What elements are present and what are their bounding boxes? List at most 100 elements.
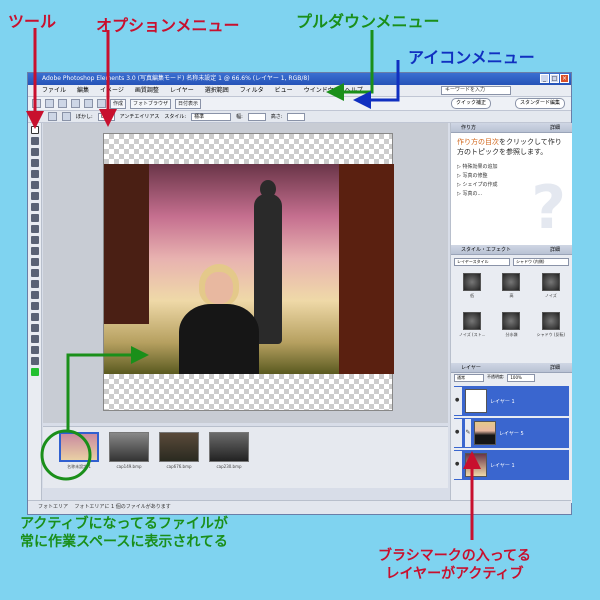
photo-bin-thumb[interactable]: cap230.bmp <box>209 432 249 488</box>
minimize-button[interactable]: _ <box>540 74 549 83</box>
pencil-tool-icon[interactable] <box>30 280 39 288</box>
eraser-tool-icon[interactable] <box>30 291 39 299</box>
zoom-tool-icon[interactable] <box>30 137 39 145</box>
menu-window[interactable]: ウインドウ <box>304 85 334 96</box>
icon-bar: 作成 フォトブラウザ 日付表示 クイック補正 スタンダード編集 <box>28 97 571 111</box>
eye-icon[interactable] <box>454 419 462 447</box>
style-swatch[interactable]: シャドウ (反転) <box>533 310 569 346</box>
brush-tool-icon[interactable] <box>30 302 39 310</box>
height-input[interactable] <box>287 112 306 121</box>
help-search-input[interactable]: キーワードを入力 <box>441 86 511 95</box>
red-eye-tool-icon[interactable] <box>30 247 39 255</box>
style-select[interactable]: 標準 <box>191 112 232 121</box>
thumb-image <box>109 432 149 462</box>
menu-view[interactable]: ビュー <box>275 85 293 96</box>
howto-toc-link[interactable]: 作り方の目次 <box>457 138 499 146</box>
layer-row-active[interactable]: ✎ レイヤー 5 <box>454 418 569 448</box>
eye-icon[interactable] <box>454 387 462 415</box>
save-icon[interactable] <box>58 99 67 108</box>
style-swatch[interactable]: ノイズ (スト... <box>454 310 490 346</box>
new-selection-icon[interactable] <box>48 112 57 121</box>
style-swatch[interactable]: 高 <box>493 271 529 307</box>
menu-filter[interactable]: フィルタ <box>240 85 264 96</box>
howto-topic[interactable]: ▷ 特殊効果の追加 <box>457 163 566 172</box>
styles-detail-button[interactable]: 詳細 <box>550 245 560 255</box>
type-tool-icon[interactable] <box>30 214 39 222</box>
annotation-active-file: アクティブになってるファイルが 常に作業スペースに表示されてる <box>20 515 228 551</box>
layer-row[interactable]: レイヤー 1 <box>454 386 569 416</box>
hand-tool-icon[interactable] <box>30 148 39 156</box>
document-canvas[interactable] <box>103 133 394 411</box>
style-swatch-label: ノイズ (スト... <box>458 332 486 337</box>
menu-layer[interactable]: レイヤー <box>170 85 194 96</box>
undo-icon[interactable] <box>84 99 93 108</box>
close-button[interactable]: × <box>560 74 569 83</box>
menu-enhance[interactable]: 画質調整 <box>135 85 159 96</box>
layers-detail-button[interactable]: 詳細 <box>550 363 560 373</box>
style-category-select[interactable]: レイヤースタイル <box>454 258 510 266</box>
style-swatch[interactable]: 低 <box>454 271 490 307</box>
open-icon[interactable] <box>45 99 54 108</box>
howto-panel-header[interactable]: 作り方 詳細 <box>451 123 572 133</box>
gradient-tool-icon[interactable] <box>30 324 39 332</box>
annotation-icon-menu: アイコンメニュー <box>408 48 535 67</box>
magic-wand-tool-icon[interactable] <box>30 192 39 200</box>
menu-select[interactable]: 選択範囲 <box>205 85 229 96</box>
cookie-cutter-tool-icon[interactable] <box>30 236 39 244</box>
menu-help[interactable]: ヘルプ <box>345 85 363 96</box>
width-input[interactable] <box>247 112 266 121</box>
style-swatch[interactable]: ノイズ <box>533 271 569 307</box>
quick-fix-tab[interactable]: クイック補正 <box>450 98 491 109</box>
photo-right-pillar <box>339 164 394 374</box>
thumb-caption: cap230.bmp <box>216 464 242 469</box>
menu-edit[interactable]: 編集 <box>77 85 89 96</box>
layers-panel: 通常 不透明度: 100% レイヤー 1 ✎ レイヤー 5 レイヤー 1 <box>451 373 572 511</box>
style-swatch[interactable]: 分水嶺 <box>493 310 529 346</box>
new-file-icon[interactable] <box>32 99 41 108</box>
menu-image[interactable]: イメージ <box>100 85 124 96</box>
thumb-image <box>159 432 199 462</box>
maximize-button[interactable]: □ <box>550 74 559 83</box>
date-view-button[interactable]: 日付表示 <box>175 98 202 109</box>
shape-tool-icon[interactable] <box>30 335 39 343</box>
thumb-caption: 名称未設定 1 <box>67 464 91 469</box>
annotation-active-layer-line2: レイヤーがアクティブ <box>385 566 524 582</box>
howto-lead: 作り方の目次をクリックして作り方のトピックを参照します。 <box>457 137 566 157</box>
photo-bin-label[interactable]: フォトエリア <box>38 504 68 510</box>
styles-panel-header[interactable]: スタイル・エフェクト 詳細 <box>451 245 572 255</box>
photo-bin-thumb-active[interactable]: 名称未設定 1 <box>59 432 99 488</box>
photo-bin-thumb[interactable]: cap149.bmp <box>109 432 149 488</box>
feather-input[interactable]: 0 px <box>97 112 115 121</box>
lasso-tool-icon[interactable] <box>30 181 39 189</box>
layers-panel-header[interactable]: レイヤー 詳細 <box>451 363 572 373</box>
print-icon[interactable] <box>71 99 80 108</box>
add-selection-icon[interactable] <box>62 112 71 121</box>
sponge-tool-icon[interactable] <box>30 357 39 365</box>
blend-mode-select[interactable]: 通常 <box>454 374 484 382</box>
layer-name: レイヤー 1 <box>490 462 515 469</box>
menu-file[interactable]: ファイル <box>42 85 66 96</box>
photo-bin-thumb[interactable]: cap676.bmp <box>159 432 199 488</box>
eye-icon[interactable] <box>454 451 462 479</box>
eyedropper-tool-icon[interactable] <box>30 159 39 167</box>
howto-topic-label: 写真の修整 <box>462 173 488 179</box>
selection-brush-tool-icon[interactable] <box>30 203 39 211</box>
layer-row[interactable]: レイヤー 1 <box>454 450 569 480</box>
healing-brush-tool-icon[interactable] <box>30 258 39 266</box>
create-button[interactable]: 作成 <box>110 98 127 109</box>
paint-bucket-tool-icon[interactable] <box>30 313 39 321</box>
style-subcategory-select[interactable]: シャドウ (内側) <box>513 258 569 266</box>
opacity-input[interactable]: 100% <box>507 374 536 382</box>
howto-detail-button[interactable]: 詳細 <box>550 123 560 133</box>
antialias-checkbox[interactable]: アンチエイリアス <box>120 113 160 120</box>
redo-icon[interactable] <box>97 99 106 108</box>
standard-edit-tab[interactable]: スタンダード編集 <box>514 98 565 109</box>
blur-tool-icon[interactable] <box>30 346 39 354</box>
crop-tool-icon[interactable] <box>30 225 39 233</box>
photo-browser-button[interactable]: フォトブラウザ <box>130 98 172 109</box>
marquee-tool-icon[interactable] <box>30 170 39 178</box>
window-title: Adobe Photoshop Elements 3.0 (写真編集モード) 名… <box>42 75 310 82</box>
move-tool-icon[interactable] <box>30 126 39 134</box>
foreground-color-swatch[interactable] <box>30 368 39 376</box>
clone-stamp-tool-icon[interactable] <box>30 269 39 277</box>
